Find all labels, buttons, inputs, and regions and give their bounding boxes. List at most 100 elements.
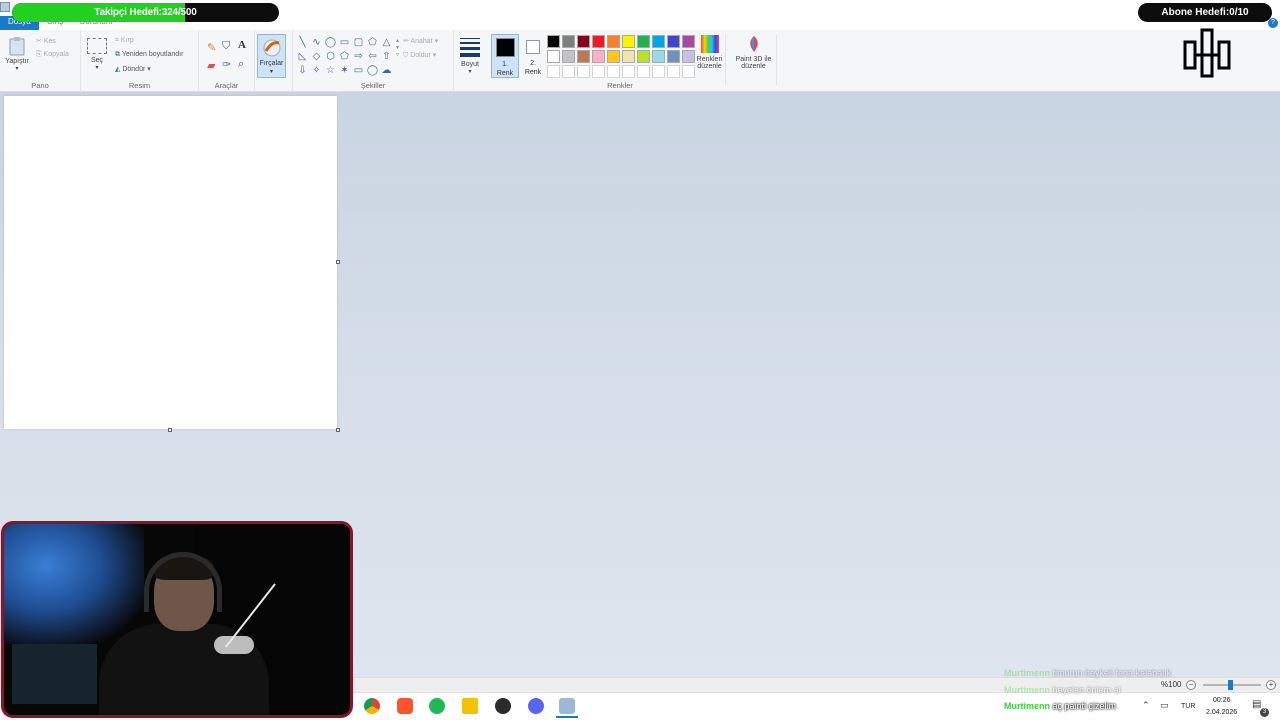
resize-handle-bottom[interactable] — [168, 428, 172, 432]
colors-group-label: Renkler — [607, 81, 633, 90]
clipboard-group-label: Pano — [31, 81, 49, 90]
pencil-icon[interactable]: ✎ — [207, 41, 218, 54]
zoom-slider-thumb[interactable] — [1228, 680, 1233, 690]
text-tool-icon[interactable]: A — [238, 39, 249, 51]
color1-button[interactable]: 1. Renk — [491, 34, 519, 78]
color-swatch[interactable] — [652, 50, 665, 63]
shape-right-triangle-icon[interactable]: ◺ — [296, 50, 309, 63]
color-swatch[interactable] — [652, 65, 665, 78]
shapes-scroll-icon[interactable]: ▴ ▾ ▿ — [396, 37, 399, 58]
color-swatch[interactable] — [547, 35, 560, 48]
shape-hexagon-icon[interactable]: ⬡ — [324, 50, 337, 63]
color-swatch[interactable] — [592, 50, 605, 63]
color-swatch[interactable] — [607, 65, 620, 78]
chrome-icon[interactable] — [364, 698, 380, 714]
rotate-button[interactable]: ◭ Döndür ▾ — [115, 65, 151, 73]
color-swatch[interactable] — [622, 50, 635, 63]
color-swatch[interactable] — [577, 50, 590, 63]
language-indicator[interactable]: TUR — [1181, 703, 1195, 710]
select-button[interactable]: Seç ▾ — [86, 38, 108, 71]
color2-button[interactable]: 2. Renk — [520, 34, 546, 78]
eraser-icon[interactable]: ▰ — [207, 59, 218, 72]
resize-handle-right[interactable] — [336, 260, 340, 264]
shape-diamond-icon[interactable]: ◇ — [310, 50, 323, 63]
discord-icon[interactable] — [528, 698, 544, 714]
brave-icon[interactable] — [397, 698, 413, 714]
color-swatch[interactable] — [562, 65, 575, 78]
shapes-group-label: Şekiller — [360, 81, 386, 90]
clock-date[interactable]: 2.04.2026 — [1206, 709, 1237, 716]
group-tools: ✎ ⛉ A ▰ ✑ ⌕ Araçlar — [199, 30, 255, 92]
size-button[interactable]: Boyut ▾ — [456, 38, 484, 75]
cut-button[interactable]: ✂ Kes — [36, 37, 56, 45]
help-icon[interactable]: ? — [1268, 18, 1278, 28]
copy-button[interactable]: ⎘ Kopyala — [36, 51, 69, 59]
obs-icon[interactable] — [495, 698, 511, 714]
shape-down-arrow-icon[interactable]: ⇩ — [296, 64, 309, 77]
shape-callout-rectangle-icon[interactable]: ▭ — [352, 64, 365, 77]
color-swatch[interactable] — [562, 35, 575, 48]
brushes-button[interactable]: Fırçalar ▾ — [257, 34, 286, 78]
zoom-in-button[interactable]: + — [1266, 680, 1276, 690]
resize-handle-corner[interactable] — [336, 428, 340, 432]
files-icon[interactable] — [462, 698, 478, 714]
color-swatch[interactable] — [652, 35, 665, 48]
shape-five-point-star-icon[interactable]: ☆ — [324, 64, 337, 77]
color-swatch[interactable] — [667, 65, 680, 78]
shape-up-arrow-icon[interactable]: ⇧ — [380, 50, 393, 63]
shape-pentagon-icon[interactable]: ⬠ — [338, 50, 351, 63]
color-swatch[interactable] — [577, 35, 590, 48]
shape-four-point-star-icon[interactable]: ✧ — [310, 64, 323, 77]
shape-right-arrow-icon[interactable]: ⇨ — [352, 50, 365, 63]
outline-button[interactable]: ✏ Anahat ▾ — [403, 37, 438, 45]
color-swatch[interactable] — [547, 65, 560, 78]
shape-triangle-icon[interactable]: △ — [380, 36, 393, 49]
spotify-icon[interactable] — [429, 698, 445, 714]
shape-polygon-icon[interactable]: ⬠ — [366, 36, 379, 49]
notification-icon[interactable]: ▤ — [1252, 699, 1261, 710]
color-swatch[interactable] — [592, 35, 605, 48]
shape-rounded-rectangle-icon[interactable]: ▢ — [352, 36, 365, 49]
color-swatch[interactable] — [622, 65, 635, 78]
drawing-canvas[interactable] — [4, 96, 337, 429]
resize-button[interactable]: ⧉ Yeniden boyutlandır — [115, 51, 183, 59]
color-swatch[interactable] — [667, 35, 680, 48]
color-swatch[interactable] — [607, 35, 620, 48]
shape-line-icon[interactable]: ╲ — [296, 36, 309, 49]
color-swatch[interactable] — [547, 50, 560, 63]
fill-bucket-icon[interactable]: ⛉ — [222, 40, 233, 52]
color-swatch[interactable] — [667, 50, 680, 63]
shape-oval-icon[interactable]: ◯ — [324, 36, 337, 49]
line-size-icon — [460, 38, 480, 57]
shape-six-point-star-icon[interactable]: ✶ — [338, 64, 351, 77]
color-swatch[interactable] — [592, 65, 605, 78]
color-swatch[interactable] — [607, 50, 620, 63]
zoom-out-button[interactable]: − — [1186, 680, 1196, 690]
shape-callout-cloud-icon[interactable]: ☁ — [380, 64, 393, 77]
fill-button[interactable]: ⛉ Doldur ▾ — [403, 51, 436, 60]
paint3d-button[interactable]: Paint 3D ile düzenle — [731, 35, 777, 85]
color-picker-icon[interactable]: ✑ — [222, 58, 233, 71]
crop-label: Kırp — [120, 37, 134, 44]
group-clipboard: Yapıştır ▾ ✂ Kes ⎘ Kopyala Pano — [0, 30, 81, 92]
tray-chevron-icon[interactable]: ⌃ — [1142, 700, 1150, 711]
shape-rectangle-icon[interactable]: ▭ — [338, 36, 351, 49]
webcam-overlay — [1, 521, 353, 718]
paste-button[interactable]: Yapıştır ▾ — [4, 36, 30, 72]
magnifier-icon[interactable]: ⌕ — [238, 58, 249, 70]
edit-colors-button[interactable]: Renkleri düzenle — [694, 35, 726, 85]
crop-button[interactable]: ⌗ Kırp — [115, 37, 134, 45]
clock-time[interactable]: 00:26 — [1213, 697, 1231, 704]
network-icon[interactable]: ▭ — [1160, 700, 1169, 711]
paint-app-icon[interactable] — [0, 2, 10, 12]
shape-callout-oval-icon[interactable]: ◯ — [366, 64, 379, 77]
paint-icon[interactable] — [559, 698, 575, 714]
shape-left-arrow-icon[interactable]: ⇦ — [366, 50, 379, 63]
color-swatch[interactable] — [622, 35, 635, 48]
shape-curve-icon[interactable]: ∿ — [310, 36, 323, 49]
color-swatch[interactable] — [577, 65, 590, 78]
color-swatch[interactable] — [562, 50, 575, 63]
color-swatch[interactable] — [637, 35, 650, 48]
color-swatch[interactable] — [637, 50, 650, 63]
color-swatch[interactable] — [637, 65, 650, 78]
